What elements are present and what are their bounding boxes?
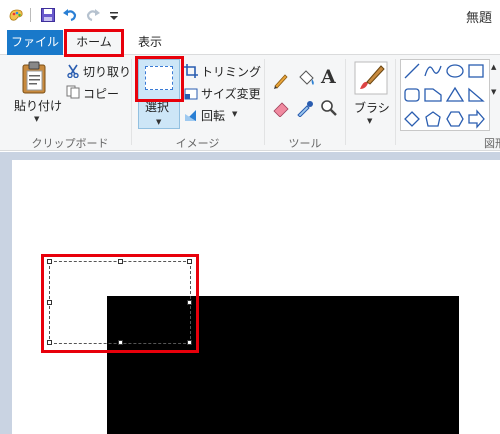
- rotate-dropdown-icon[interactable]: ▼: [232, 110, 237, 118]
- group-separator: [395, 59, 396, 145]
- qat-separator: [30, 8, 31, 22]
- resize-button[interactable]: サイズ変更: [201, 85, 261, 102]
- crop-icon: [184, 64, 198, 78]
- paint-app-icon[interactable]: [8, 7, 24, 23]
- shapes-icons: [404, 63, 485, 129]
- paste-button-label[interactable]: 貼り付け: [14, 97, 62, 114]
- tools-group-label: ツール: [288, 137, 322, 150]
- highlight-select-button: [135, 56, 184, 102]
- tab-view[interactable]: 表示: [128, 30, 172, 55]
- text-icon[interactable]: A: [321, 66, 336, 88]
- magnifier-icon[interactable]: [320, 99, 338, 117]
- paste-icon[interactable]: [20, 61, 50, 95]
- highlight-selection-area: [41, 254, 199, 353]
- brushes-icon[interactable]: [354, 61, 388, 95]
- redo-icon[interactable]: [85, 7, 101, 23]
- eraser-icon[interactable]: [272, 99, 290, 117]
- window-title: 無題: [465, 11, 492, 26]
- crop-button[interactable]: トリミング: [201, 63, 261, 80]
- fill-icon[interactable]: [296, 69, 316, 89]
- pencil-icon[interactable]: [272, 71, 290, 89]
- shapes-scroll-down-icon[interactable]: ▼: [491, 88, 496, 96]
- undo-icon[interactable]: [62, 7, 78, 23]
- ribbon: 貼り付け ▼ 切り取り コピー クリップボード 選択 ▼ トリミング サイズ変更…: [0, 55, 500, 151]
- scissors-icon: [67, 64, 79, 78]
- color-picker-icon[interactable]: [296, 99, 314, 117]
- paste-dropdown-icon[interactable]: ▼: [34, 115, 39, 123]
- rotate-button[interactable]: 回転: [201, 107, 225, 124]
- resize-icon: [184, 88, 198, 100]
- save-icon[interactable]: [40, 7, 56, 23]
- image-group-label: イメージ: [175, 137, 220, 150]
- shapes-scroll-up-icon[interactable]: ▲: [491, 63, 496, 71]
- title-bar: 無題: [0, 0, 500, 30]
- copy-button[interactable]: コピー: [83, 85, 119, 102]
- rotate-icon: [185, 110, 196, 121]
- group-separator: [131, 59, 132, 145]
- copy-icon: [66, 85, 80, 99]
- brushes-button-label[interactable]: ブラシ: [354, 99, 390, 116]
- shapes-group-label: 図形: [484, 137, 500, 150]
- highlight-home-tab: [64, 29, 124, 57]
- select-dropdown-icon[interactable]: ▼: [156, 118, 161, 126]
- brushes-dropdown-icon[interactable]: ▼: [367, 117, 372, 125]
- cut-button[interactable]: 切り取り: [83, 63, 131, 80]
- group-separator: [264, 59, 265, 145]
- customize-dropdown-icon[interactable]: [106, 7, 122, 23]
- group-separator: [345, 59, 346, 145]
- clipboard-group-label: クリップボード: [31, 137, 109, 150]
- tab-file[interactable]: ファイル: [7, 30, 63, 55]
- shapes-gallery[interactable]: [400, 59, 490, 131]
